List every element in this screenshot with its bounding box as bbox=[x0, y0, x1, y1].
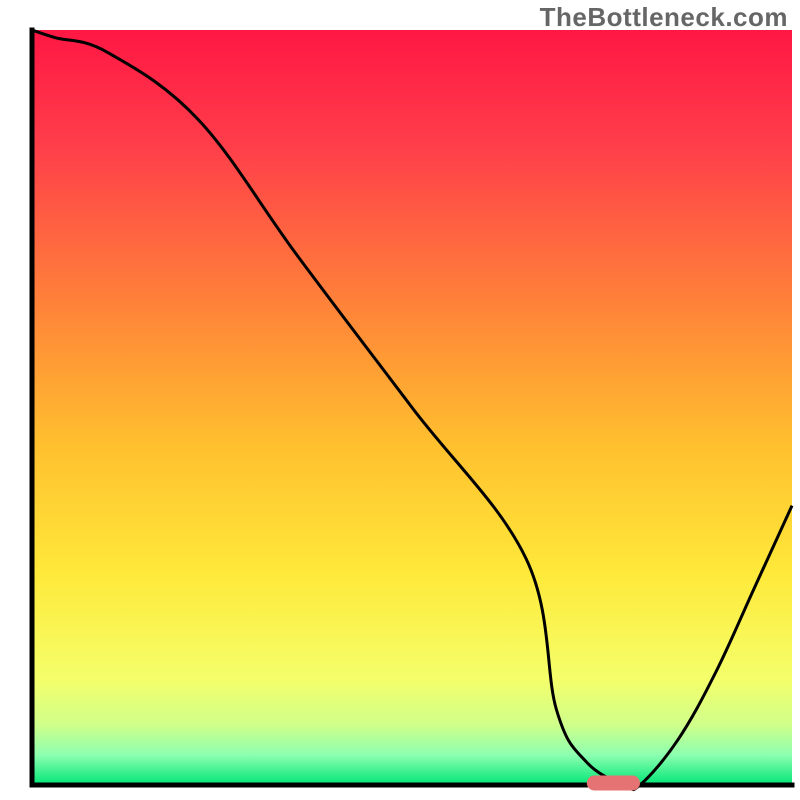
bottleneck-chart bbox=[0, 0, 800, 800]
watermark-label: TheBottleneck.com bbox=[540, 2, 788, 33]
chart-container: TheBottleneck.com bbox=[0, 0, 800, 800]
bottleneck-marker bbox=[587, 776, 640, 791]
